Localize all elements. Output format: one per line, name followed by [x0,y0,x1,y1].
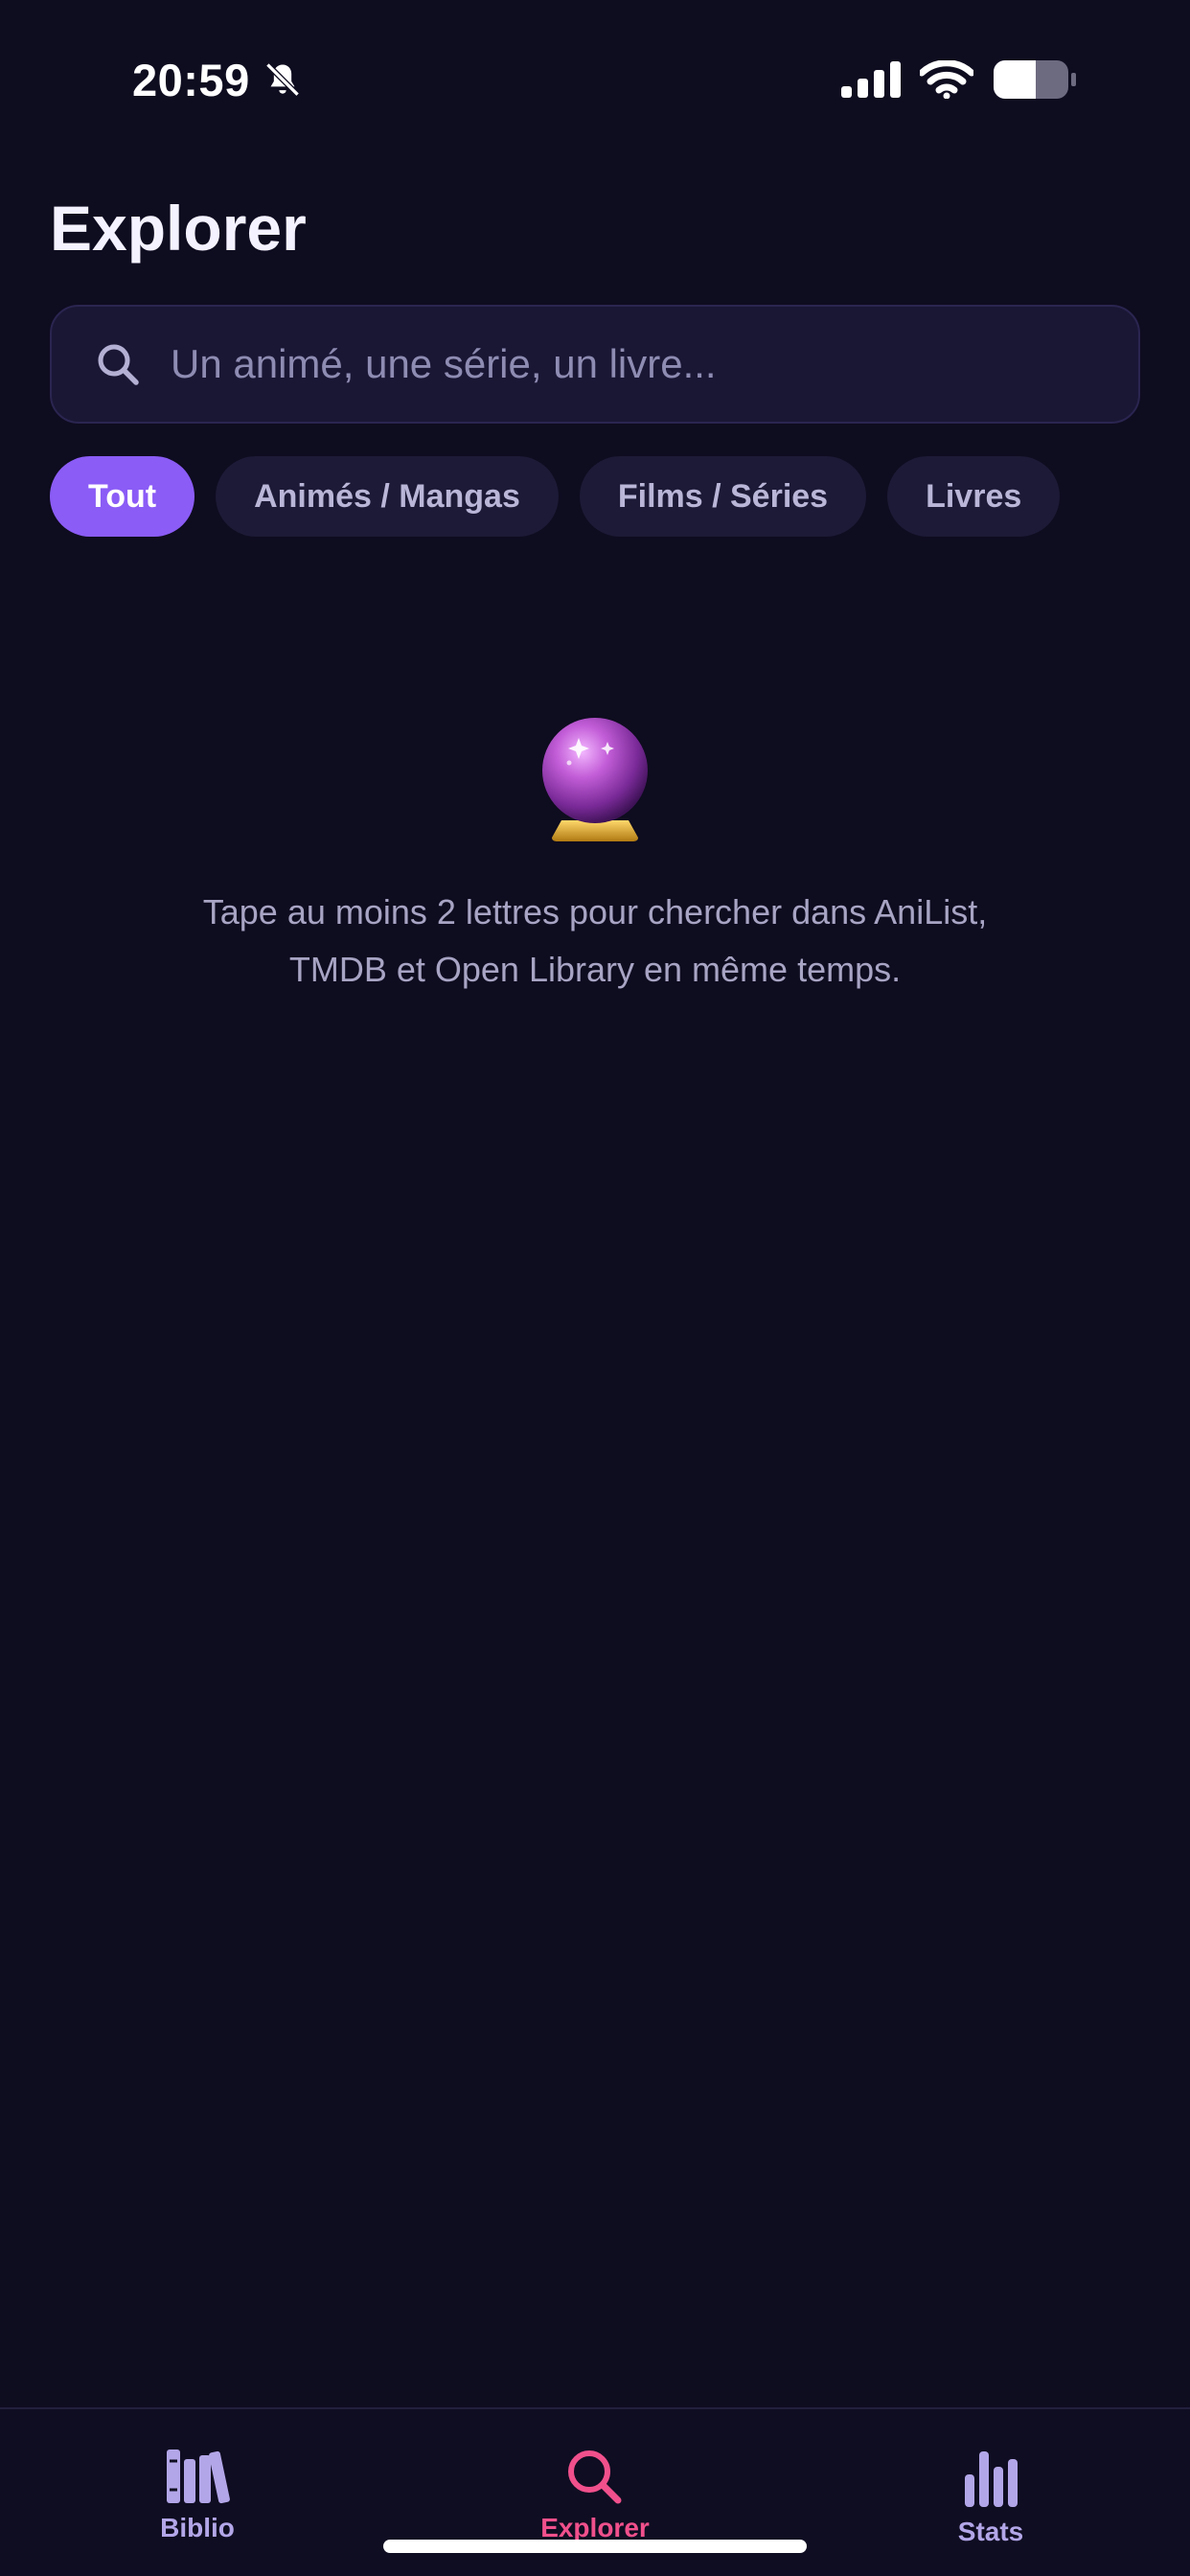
filter-chips: Tout Animés / Mangas Films / Séries Livr… [50,456,1061,537]
empty-state-message: Tape au moins 2 lettres pour chercher da… [0,884,1190,999]
home-indicator[interactable] [383,2540,807,2553]
bar-chart-icon [965,2451,1018,2507]
status-icons [841,59,1077,100]
filter-chip-animes-mangas[interactable]: Animés / Mangas [216,456,559,537]
tab-biblio[interactable]: Biblio [92,2448,303,2543]
clock: 20:59 [132,55,250,105]
wifi-icon [920,60,973,99]
filter-chip-tout[interactable]: Tout [50,456,195,537]
tab-stats[interactable]: Stats [885,2448,1096,2547]
empty-state-line-1: Tape au moins 2 lettres pour chercher da… [202,892,988,932]
filter-chip-films-series[interactable]: Films / Séries [579,456,867,537]
battery-icon [994,60,1076,99]
filter-chip-livres[interactable]: Livres [887,456,1061,537]
bell-slash-icon [262,59,304,102]
tab-stats-label: Stats [957,2517,1024,2546]
tab-biblio-label: Biblio [160,2513,235,2542]
crystal-ball-icon [542,718,648,841]
status-bar-time: 20:59 [132,54,304,106]
page-title: Explorer [50,193,307,264]
books-icon [167,2450,230,2504]
search-icon [98,344,139,385]
search-input[interactable] [171,307,1138,422]
explorer-screen: 20:59 Explorer Un animé, une série, un l… [0,0,1190,2576]
search-bar[interactable] [50,305,1140,424]
tab-explorer[interactable]: Explorer [490,2448,700,2543]
empty-state-line-2: TMDB et Open Library en même temps. [288,950,902,989]
search-icon [568,2450,622,2504]
signal-icon [841,61,901,98]
